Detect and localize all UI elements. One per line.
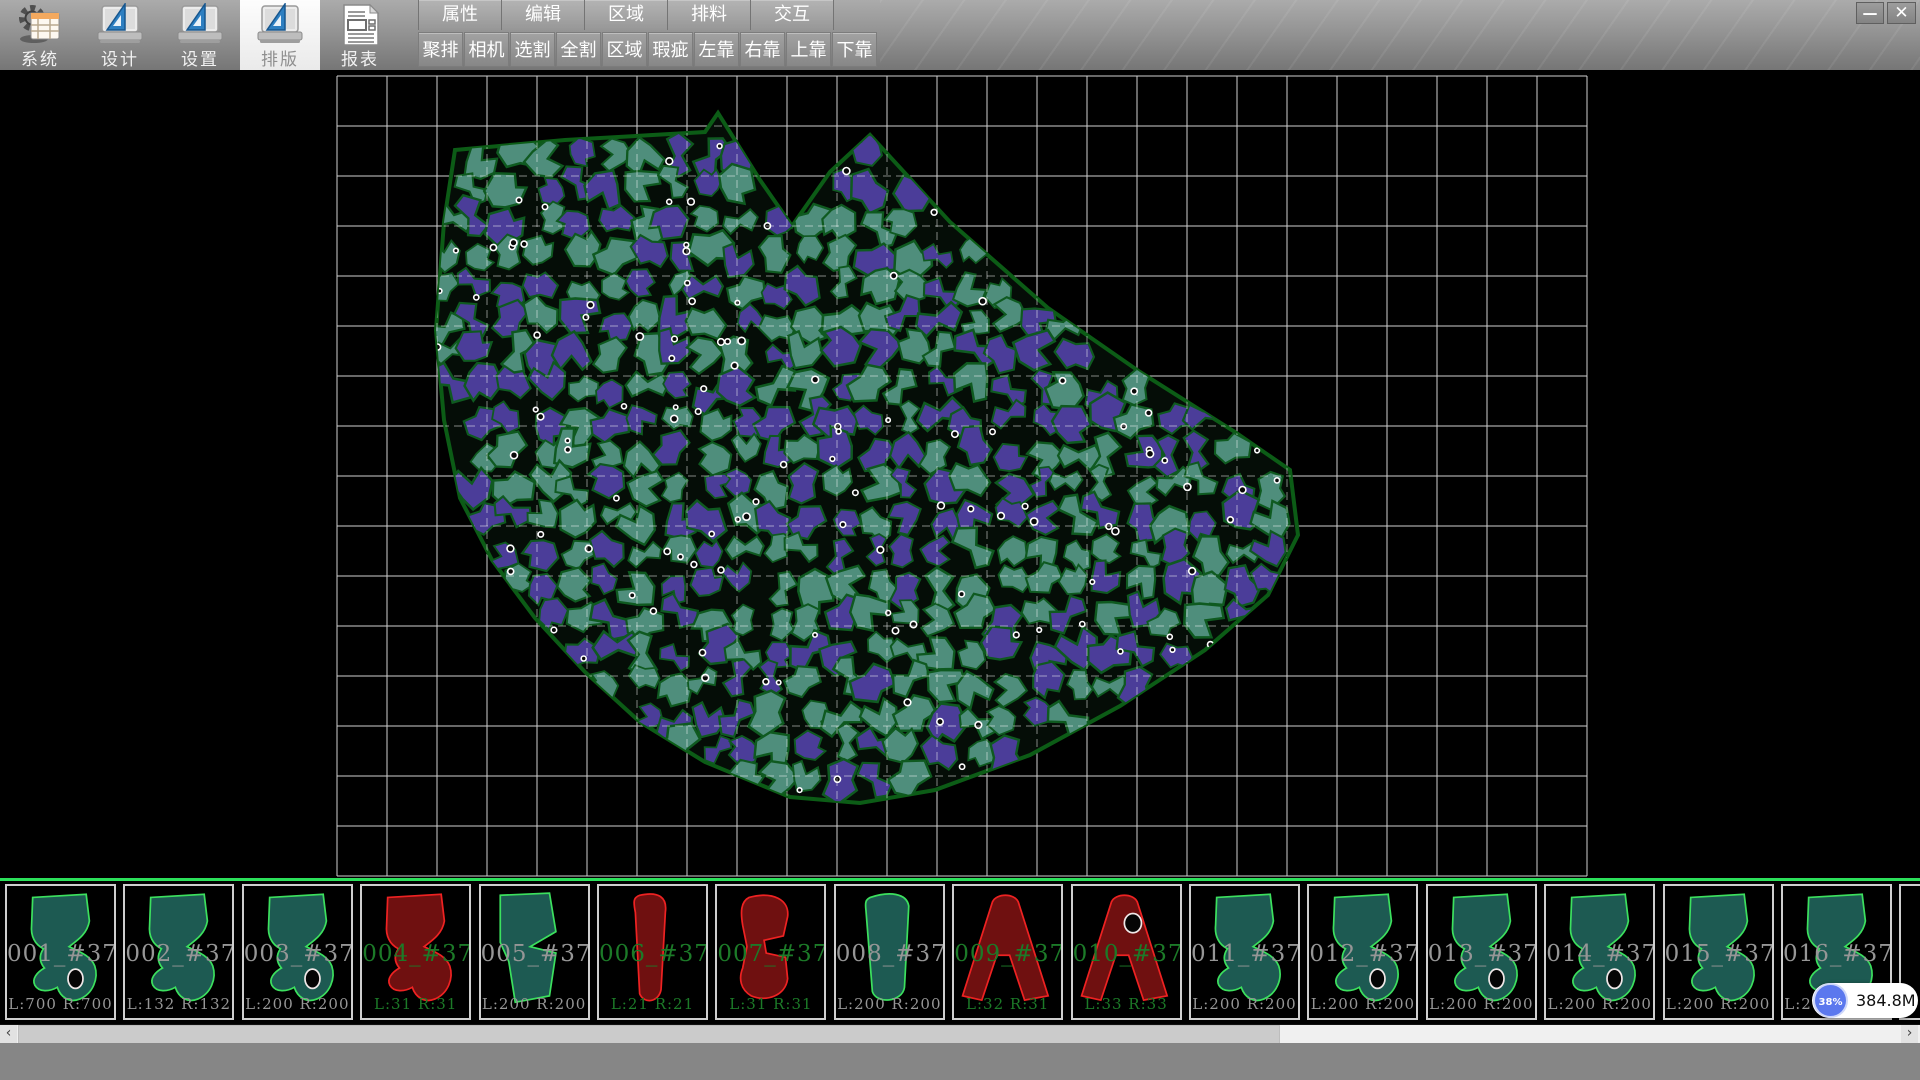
piece-name-label: 005_#37	[481, 941, 588, 967]
action-button-6[interactable]: 瑕疵	[648, 32, 693, 67]
piece-name-label: 012_#37	[1309, 941, 1416, 967]
piece-lr-count-label: L:200 R:200	[1665, 995, 1772, 1013]
action-button-10[interactable]: 下靠	[832, 32, 877, 67]
main-button-5[interactable]: 报表	[320, 0, 400, 70]
piece-lr-count-label: L:32 R:31	[954, 995, 1061, 1013]
close-button[interactable]: ✕	[1887, 2, 1916, 24]
design-ruler-icon	[80, 3, 160, 47]
main-button-label: 系统	[0, 45, 80, 70]
piece-thumbnail-8[interactable]: 008_#37 L:200 R:200	[834, 884, 945, 1020]
menu-tab-1[interactable]: 属性	[418, 0, 501, 30]
report-doc-icon	[320, 3, 400, 47]
piece-thumbnail-1[interactable]: 001_#37 L:700 R:700	[5, 884, 116, 1020]
piece-thumbnail-6[interactable]: 006_#37 L:21 R:21	[597, 884, 708, 1020]
piece-thumbnail-7[interactable]: 007_#37 L:31 R:31	[715, 884, 826, 1020]
piece-lr-count-label: L:132 R:132	[125, 995, 232, 1013]
action-button-2[interactable]: 相机	[464, 32, 509, 67]
piece-thumbnail-4[interactable]: 004_#37 L:31 R:31	[360, 884, 471, 1020]
nesting-canvas-svg[interactable]	[0, 70, 1920, 878]
main-button-3[interactable]: 设置	[160, 0, 240, 70]
piece-name-label: 010_#37	[1073, 941, 1180, 967]
horizontal-scrollbar[interactable]: ‹ ›	[0, 1024, 1920, 1043]
action-button-5[interactable]: 区域	[602, 32, 647, 67]
app-window: 属性编辑区域排料交互 聚排相机选割全割区域瑕疵左靠右靠上靠下靠 — ✕ 系统设计…	[0, 0, 1920, 1080]
main-button-2[interactable]: 设计	[80, 0, 160, 70]
action-button-3[interactable]: 选割	[510, 32, 555, 67]
setup-ruler-icon	[160, 3, 240, 47]
action-button-8[interactable]: 右靠	[740, 32, 785, 67]
piece-name-label: 016_#37	[1783, 941, 1890, 967]
main-button-1[interactable]: 系统	[0, 0, 80, 70]
nesting-ruler-icon	[240, 3, 320, 47]
piece-name-label: 003_#37	[244, 941, 351, 967]
main-button-label: 设置	[160, 45, 240, 70]
action-button-9[interactable]: 上靠	[786, 32, 831, 67]
minimize-button[interactable]: —	[1856, 2, 1884, 24]
main-button-label: 排版	[240, 45, 320, 70]
piece-name-label: 009_#37	[954, 941, 1061, 967]
piece-lr-count-label: L:700 R:700	[7, 995, 114, 1013]
piece-lr-count-label: L:31 R:31	[717, 995, 824, 1013]
piece-name-label: 014_#37	[1546, 941, 1653, 967]
piece-thumbnail-2[interactable]: 002_#37 L:132 R:132	[123, 884, 234, 1020]
piece-thumbnail-12[interactable]: 012_#37 L:200 R:200	[1307, 884, 1418, 1020]
system-gear-icon	[0, 3, 80, 47]
piece-thumbnail-11[interactable]: 011_#37 L:200 R:200	[1189, 884, 1300, 1020]
menu-tab-row: 属性编辑区域排料交互	[418, 0, 834, 30]
piece-name-label: 015_#37	[1665, 941, 1772, 967]
piece-thumbnail-5[interactable]: 005_#37 L:200 R:200	[479, 884, 590, 1020]
piece-thumbnail-3[interactable]: 003_#37 L:200 R:200	[242, 884, 353, 1020]
menu-tab-4[interactable]: 排料	[667, 0, 750, 30]
piece-name-label: 011_#37	[1191, 941, 1298, 967]
menu-tab-3[interactable]: 区域	[584, 0, 667, 30]
nesting-canvas[interactable]	[0, 70, 1920, 878]
piece-name-label: 006_#37	[599, 941, 706, 967]
scroll-right-arrow[interactable]: ›	[1901, 1025, 1918, 1044]
piece-lr-count-label: L:200 R:200	[481, 995, 588, 1013]
piece-thumbnail-strip: 001_#37 L:700 R:700 002_#37 L:132 R:132 003_…	[0, 878, 1920, 1024]
piece-lr-count-label: L:200 R:200	[1309, 995, 1416, 1013]
piece-lr-count-label: L:33 R:33	[1073, 995, 1180, 1013]
main-toolbar: 属性编辑区域排料交互 聚排相机选割全割区域瑕疵左靠右靠上靠下靠 — ✕ 系统设计…	[0, 0, 1920, 70]
main-button-label: 设计	[80, 45, 160, 70]
scroll-left-arrow[interactable]: ‹	[0, 1025, 17, 1044]
status-bar	[0, 1043, 1920, 1080]
piece-lr-count-label: L:21 R:21	[599, 995, 706, 1013]
action-button-1[interactable]: 聚排	[418, 32, 463, 67]
piece-thumbnail-14[interactable]: 014_#37 L:200 R:200	[1544, 884, 1655, 1020]
piece-name-label: 004_#37	[362, 941, 469, 967]
piece-thumbnail-9[interactable]: 009_#37 L:32 R:31	[952, 884, 1063, 1020]
progress-circle: 38%	[1813, 983, 1848, 1018]
piece-name-label: 008_#37	[836, 941, 943, 967]
piece-lr-count-label: L:31 R:31	[362, 995, 469, 1013]
piece-name-label: 007_#37	[717, 941, 824, 967]
piece-lr-count-label: L:200 R:200	[836, 995, 943, 1013]
main-button-4[interactable]: 排版	[240, 0, 320, 70]
menu-tab-2[interactable]: 编辑	[501, 0, 584, 30]
piece-thumbnail-15[interactable]: 015_#37 L:200 R:200	[1663, 884, 1774, 1020]
piece-lr-count-label: L:200 R:200	[1191, 995, 1298, 1013]
memory-progress-badge: 38% 384.8M	[1812, 983, 1918, 1018]
main-button-label: 报表	[320, 45, 400, 70]
piece-name-label: 013_#37	[1428, 941, 1535, 967]
piece-lr-count-label: L:200 R:200	[244, 995, 351, 1013]
piece-name-label: 002_#37	[125, 941, 232, 967]
action-button-7[interactable]: 左靠	[694, 32, 739, 67]
piece-thumbnail-10[interactable]: 010_#37 L:33 R:33	[1071, 884, 1182, 1020]
scrollbar-thumb[interactable]	[18, 1025, 1280, 1044]
piece-name-label: 001_#37	[7, 941, 114, 967]
piece-thumbnail-13[interactable]: 013_#37 L:200 R:200	[1426, 884, 1537, 1020]
action-button-4[interactable]: 全割	[556, 32, 601, 67]
memory-value: 384.8M	[1856, 983, 1916, 1018]
strip-top-line	[0, 878, 1920, 881]
piece-lr-count-label: L:200 R:200	[1428, 995, 1535, 1013]
menu-tab-5[interactable]: 交互	[750, 0, 834, 30]
action-button-row: 聚排相机选割全割区域瑕疵左靠右靠上靠下靠	[418, 32, 878, 68]
piece-lr-count-label: L:200 R:200	[1546, 995, 1653, 1013]
